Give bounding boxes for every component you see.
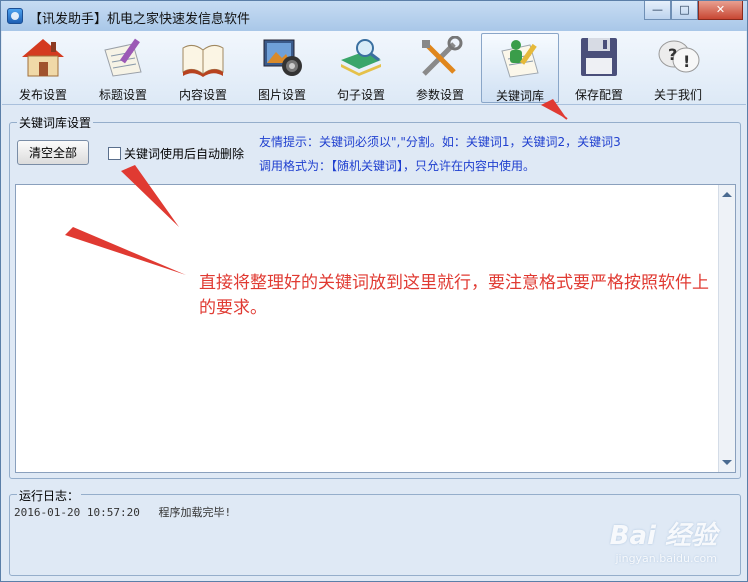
house-icon: [22, 39, 64, 77]
tool-image-settings[interactable]: 图片设置: [243, 33, 321, 103]
format-tip: 友情提示：关键词必须以","分割。如：关键词1，关键词2，关键词3: [259, 135, 621, 149]
minimize-button[interactable]: —: [644, 1, 671, 20]
photo-camera-icon: [263, 39, 302, 76]
auto-delete-label: 关键词使用后自动删除: [124, 147, 245, 161]
tool-label: 内容设置: [178, 88, 227, 102]
main-toolbar: 发布设置 标题设置 内容设置 图片设置 句子设置 参数设置 关键词库 保存配置 …: [2, 31, 746, 105]
baidu-watermark: Bai 经验 jingyan.baidu.com: [610, 515, 717, 565]
app-window: 【讯发助手】机电之家快速发信息软件 — □ ✕ 发布设置 标题设置 内容设置 图…: [0, 0, 748, 582]
tool-label: 参数设置: [415, 88, 464, 102]
title-bar[interactable]: 【讯发助手】机电之家快速发信息软件 — □ ✕: [1, 1, 747, 31]
log-timestamp: 2016-01-20 10:57:20: [14, 506, 140, 519]
watermark-logo: Bai 经验: [609, 521, 717, 551]
textarea-scrollbar[interactable]: [718, 185, 735, 472]
window-controls: — □ ✕: [644, 1, 743, 20]
scroll-down-icon[interactable]: [722, 460, 732, 465]
log-message: 程序加载完毕!: [158, 506, 232, 519]
tool-label: 保存配置: [574, 88, 623, 102]
tools-icon: [422, 36, 463, 76]
tool-label: 发布设置: [18, 88, 67, 102]
keyword-textarea[interactable]: [15, 184, 736, 473]
clear-all-button[interactable]: 清空全部: [17, 140, 89, 165]
scroll-up-icon[interactable]: [722, 192, 732, 197]
usage-tip: 调用格式为：【随机关键词】，只允许在内容中使用。: [259, 159, 536, 173]
close-button[interactable]: ✕: [698, 1, 743, 20]
tool-parameter-settings[interactable]: 参数设置: [401, 33, 479, 103]
tool-about-us[interactable]: ? ! 关于我们: [639, 33, 717, 103]
svg-text:?: ?: [668, 45, 677, 64]
app-logo-icon: [7, 8, 23, 24]
red-annotation-text: 直接将整理好的关键词放到这里就行，要注意格式要严格按照软件上的要求。: [199, 273, 709, 318]
tool-label: 图片设置: [257, 88, 306, 102]
auto-delete-checkbox-row[interactable]: 关键词使用后自动删除: [108, 145, 244, 162]
magnifier-book-icon: [341, 39, 381, 76]
tool-label: 关键词库: [495, 89, 544, 103]
log-entry: 2016-01-20 10:57:20 程序加载完毕!: [14, 504, 231, 520]
tool-content-settings[interactable]: 内容设置: [164, 33, 242, 103]
person-notepad-icon: [501, 40, 539, 78]
watermark-url: jingyan.baidu.com: [615, 552, 717, 565]
book-icon: [182, 44, 224, 77]
tool-keyword-library[interactable]: 关键词库: [481, 33, 559, 103]
window-title: 【讯发助手】机电之家快速发信息软件: [29, 12, 251, 27]
svg-text:!: !: [683, 52, 690, 71]
run-log-legend: 运行日志：: [17, 487, 82, 504]
tool-label: 关于我们: [653, 88, 702, 102]
notepad-pen-icon: [104, 38, 142, 77]
tool-title-settings[interactable]: 标题设置: [84, 33, 162, 103]
tool-save-config[interactable]: 保存配置: [560, 33, 638, 103]
auto-delete-checkbox[interactable]: [108, 147, 121, 160]
tool-sentence-settings[interactable]: 句子设置: [322, 33, 400, 103]
maximize-button[interactable]: □: [671, 1, 698, 20]
tool-label: 标题设置: [98, 88, 147, 102]
tool-label: 句子设置: [336, 88, 385, 102]
question-bubble-icon: ? !: [658, 40, 700, 73]
tool-publish-settings[interactable]: 发布设置: [4, 33, 82, 103]
floppy-disk-icon: [581, 38, 617, 76]
keyword-settings-legend: 关键词库设置: [17, 114, 94, 131]
